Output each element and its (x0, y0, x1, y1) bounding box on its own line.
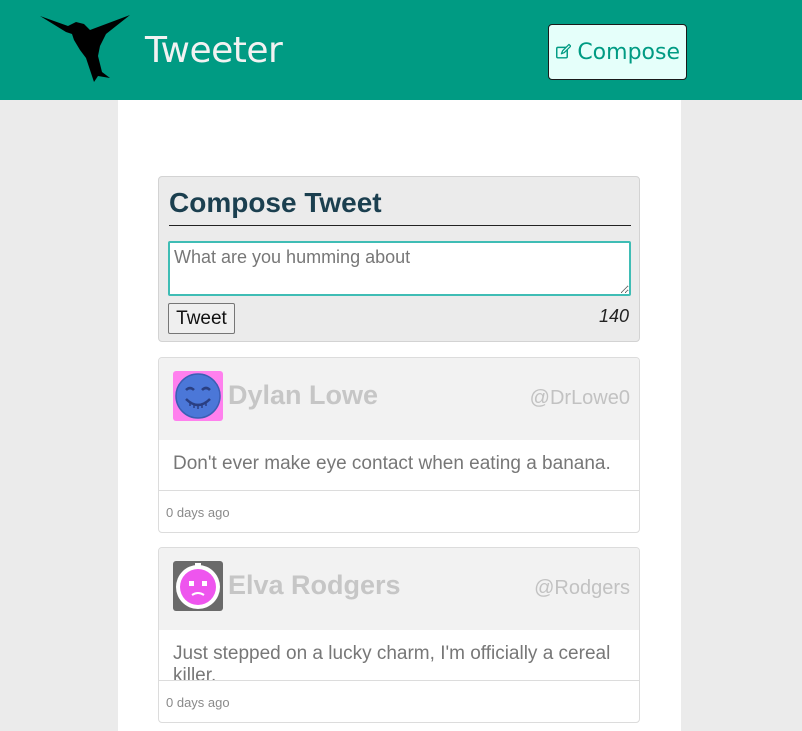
brand-title: Tweeter (145, 30, 283, 71)
compose-tweet-form: Compose Tweet Tweet 140 (158, 176, 640, 342)
tweet-user-name: Dylan Lowe (228, 380, 379, 410)
tweet-user-handle: @DrLowe0 (529, 387, 630, 409)
hummingbird-logo-icon (40, 15, 130, 82)
edit-icon (556, 43, 572, 59)
tweet-card: Dylan Lowe @DrLowe0 Don't ever make eye … (158, 357, 640, 533)
tweet-header: Elva Rodgers @Rodgers (159, 548, 639, 630)
tweet-timestamp: 0 days ago (166, 695, 230, 710)
compose-button-label: Compose (577, 39, 680, 65)
tweet-user-handle: @Rodgers (534, 577, 630, 599)
compose-tweet-title: Compose Tweet (169, 187, 631, 226)
tweet-timestamp: 0 days ago (166, 505, 230, 520)
tweet-textarea[interactable] (168, 241, 631, 296)
tweet-card: Elva Rodgers @Rodgers Just stepped on a … (158, 547, 640, 723)
compose-button[interactable]: Compose (548, 24, 687, 80)
top-nav: Tweeter Compose (0, 0, 802, 100)
tweet-footer: 0 days ago (159, 490, 639, 532)
tweet-header: Dylan Lowe @DrLowe0 (159, 358, 639, 440)
main-container: Compose Tweet Tweet 140 Dylan Lowe @DrLo… (118, 100, 681, 731)
pink-face-icon (173, 561, 223, 611)
tweet-footer: 0 days ago (159, 680, 639, 722)
tweet-submit-button[interactable]: Tweet (168, 303, 235, 334)
smiling-blue-face-icon (173, 371, 223, 421)
tweet-user-name: Elva Rodgers (228, 570, 401, 600)
character-counter: 140 (598, 306, 629, 326)
tweet-text: Don't ever make eye contact when eating … (173, 453, 611, 474)
